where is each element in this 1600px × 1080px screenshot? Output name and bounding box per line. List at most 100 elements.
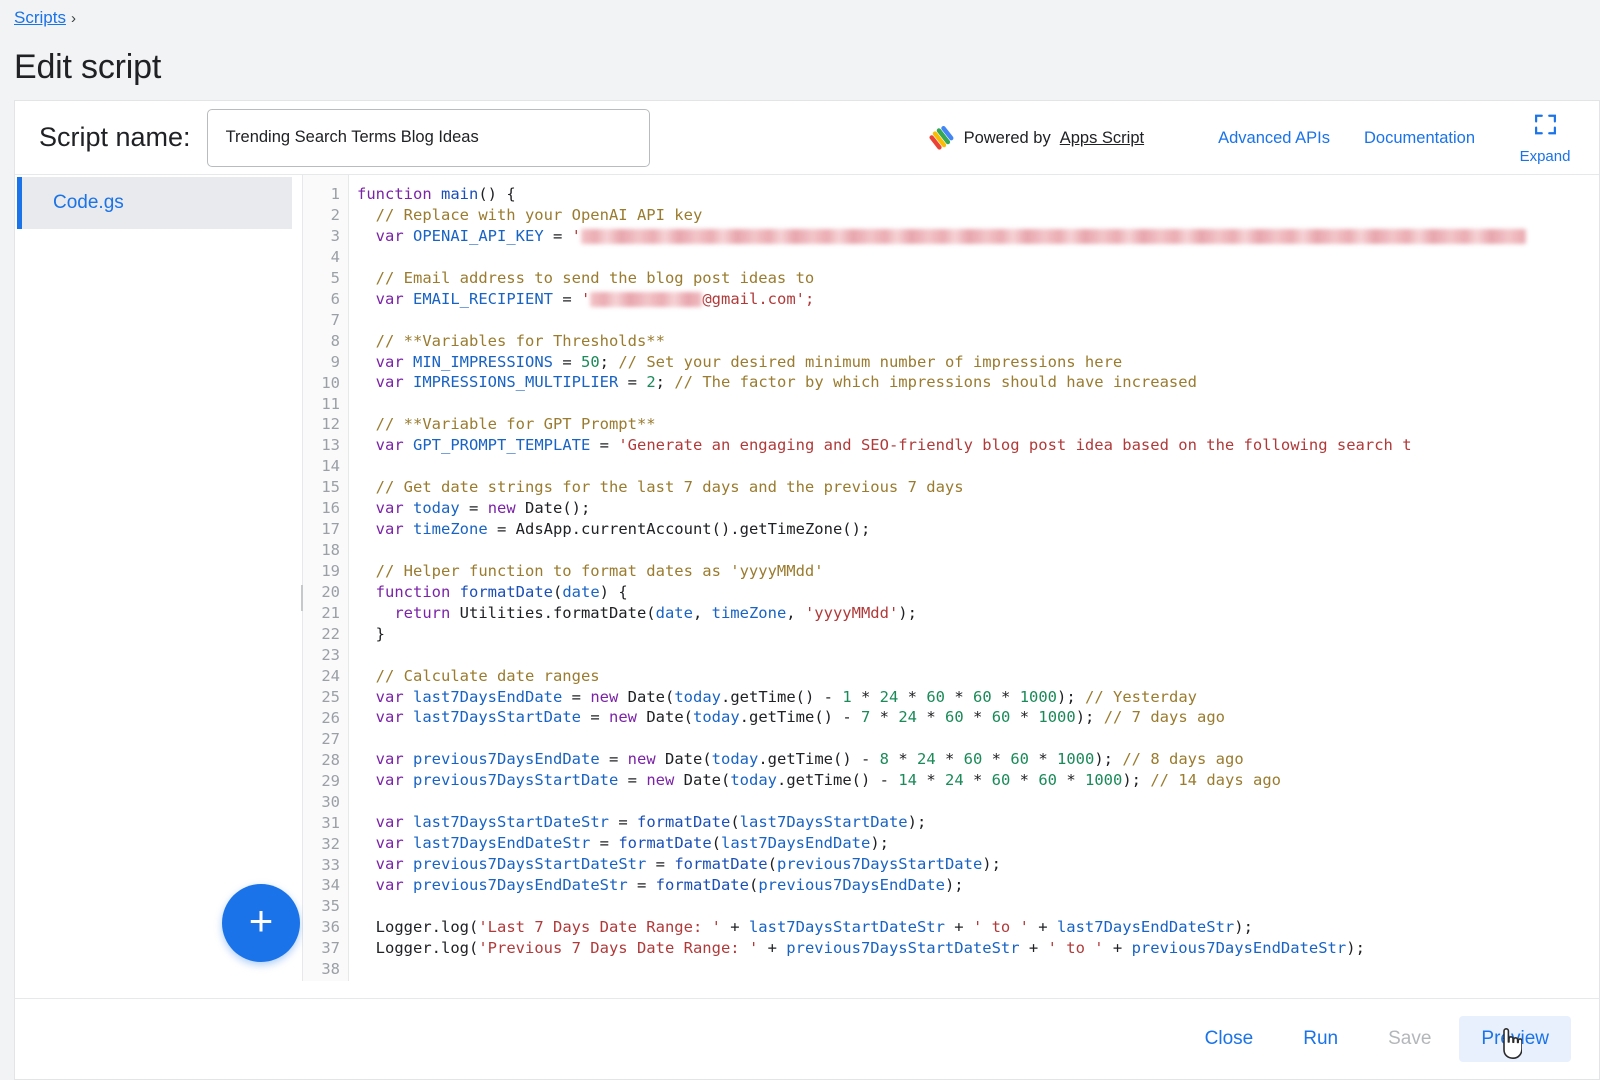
line-number: 18 xyxy=(321,541,340,560)
script-editor-card: Script name: Powered xyxy=(14,100,1600,1080)
breadcrumb-link-scripts[interactable]: Scripts xyxy=(14,8,66,28)
documentation-link[interactable]: Documentation xyxy=(1364,129,1475,148)
code-token: // Get date strings for the last 7 days … xyxy=(357,478,964,497)
code-token: , xyxy=(786,603,805,622)
code-token: var xyxy=(375,436,404,455)
code-token: ); xyxy=(1122,771,1151,790)
code-token: 1 xyxy=(842,687,852,706)
code-token: = AdsApp.currentAccount().getTimeZone(); xyxy=(487,520,871,538)
file-list-panel: Code.gs + xyxy=(15,175,303,981)
code-token: 60 xyxy=(926,687,946,706)
code-token: today xyxy=(730,771,777,790)
code-token: previous7DaysEndDate xyxy=(758,875,945,894)
apps-script-link[interactable]: Apps Script xyxy=(1060,129,1144,148)
add-file-button[interactable]: + xyxy=(222,884,300,962)
code-token: Utilities.formatDate( xyxy=(450,603,656,622)
line-number: 16 xyxy=(321,499,340,518)
code-token: Logger.log( xyxy=(357,938,479,957)
code-token: last7DaysEndDate xyxy=(413,687,563,706)
code-line: Logger.log('Previous 7 Days Date Range: … xyxy=(357,938,1599,959)
line-number: 39 xyxy=(303,980,348,981)
code-token: today xyxy=(674,687,721,706)
code-token: last7DaysStartDate xyxy=(413,708,581,727)
code-token: last7DaysStartDateStr xyxy=(748,917,945,936)
code-line: } xyxy=(357,624,1599,645)
code-token: .getTime() - xyxy=(721,687,843,706)
code-token: ); xyxy=(870,834,889,853)
line-number: 5 xyxy=(330,268,340,287)
code-token: date xyxy=(562,582,600,601)
code-token: main xyxy=(441,185,479,203)
edit-script-page: Scripts › Edit script Script name: Trend… xyxy=(0,0,1600,1080)
code-token: ); xyxy=(898,603,917,622)
code-token: * xyxy=(917,708,946,727)
code-line: var previous7DaysEndDate = new Date(toda… xyxy=(357,749,1599,770)
line-number: 33 xyxy=(321,855,340,874)
code-token: var xyxy=(375,771,404,790)
code-token: = xyxy=(618,771,647,790)
code-token: // 8 days ago xyxy=(1122,750,1244,769)
close-button[interactable]: Close xyxy=(1183,1016,1276,1062)
code-token: last7DaysEndDateStr xyxy=(413,834,591,853)
code-token: = xyxy=(599,750,628,769)
line-number: 24 xyxy=(321,666,340,685)
file-item-code-gs[interactable]: Code.gs xyxy=(17,177,292,229)
advanced-apis-link[interactable]: Advanced APIs xyxy=(1218,129,1330,148)
code-token: formatDate xyxy=(655,875,749,894)
code-token: timeZone xyxy=(711,603,787,622)
code-token: ); xyxy=(1346,938,1365,957)
code-token: ( xyxy=(711,834,721,853)
code-token: previous7DaysStartDateStr xyxy=(786,938,1020,957)
line-number: 6 xyxy=(330,289,340,308)
expand-fullscreen-icon xyxy=(1533,112,1558,142)
code-line: var previous7DaysStartDate = new Date(to… xyxy=(357,770,1599,791)
code-token: ( xyxy=(553,582,563,601)
code-token: // Yesterday xyxy=(1085,687,1197,706)
code-token: // The factor by which impressions shoul… xyxy=(674,373,1197,392)
code-token: var xyxy=(375,708,404,727)
code-token: new xyxy=(590,687,619,706)
code-token: 60 xyxy=(963,750,983,769)
code-token: var xyxy=(375,855,404,873)
code-token: formatDate xyxy=(636,813,731,832)
script-name-input[interactable] xyxy=(206,108,650,167)
expand-button[interactable]: Expand xyxy=(1509,112,1581,165)
code-line: function main() { xyxy=(357,184,1599,205)
page-title: Edit script xyxy=(14,48,162,86)
code-token: var xyxy=(375,373,404,392)
code-editor[interactable]: 1 2 3 4 5 6 7 8 9 10 11 12 13 14 15 16 17 18 19 20 21 22 23 24 2… xyxy=(303,175,1599,981)
code-content[interactable]: function main() { // Replace with your O… xyxy=(349,175,1599,981)
code-token: last7DaysEndDate xyxy=(721,834,871,853)
line-number: 36 xyxy=(321,918,340,937)
preview-button[interactable]: Preview xyxy=(1459,1016,1571,1062)
code-token: * xyxy=(1057,771,1086,790)
code-token: ) { xyxy=(599,582,628,601)
code-token: + xyxy=(758,938,787,957)
line-number: 8 xyxy=(330,331,340,350)
line-number: 14 xyxy=(321,457,340,476)
line-number: 4 xyxy=(330,247,340,266)
code-line: var timeZone = AdsApp.currentAccount().g… xyxy=(357,519,1599,540)
redacted-value xyxy=(581,228,1527,244)
code-token: * xyxy=(963,708,992,727)
code-line: // Helper function to format dates as 'y… xyxy=(357,561,1599,582)
active-indicator xyxy=(17,177,22,229)
run-button[interactable]: Run xyxy=(1281,1016,1360,1062)
code-token: = xyxy=(646,855,675,873)
line-number: 26 xyxy=(321,708,340,727)
code-token: ); xyxy=(1075,708,1104,727)
code-token: MIN_IMPRESSIONS xyxy=(413,352,553,371)
